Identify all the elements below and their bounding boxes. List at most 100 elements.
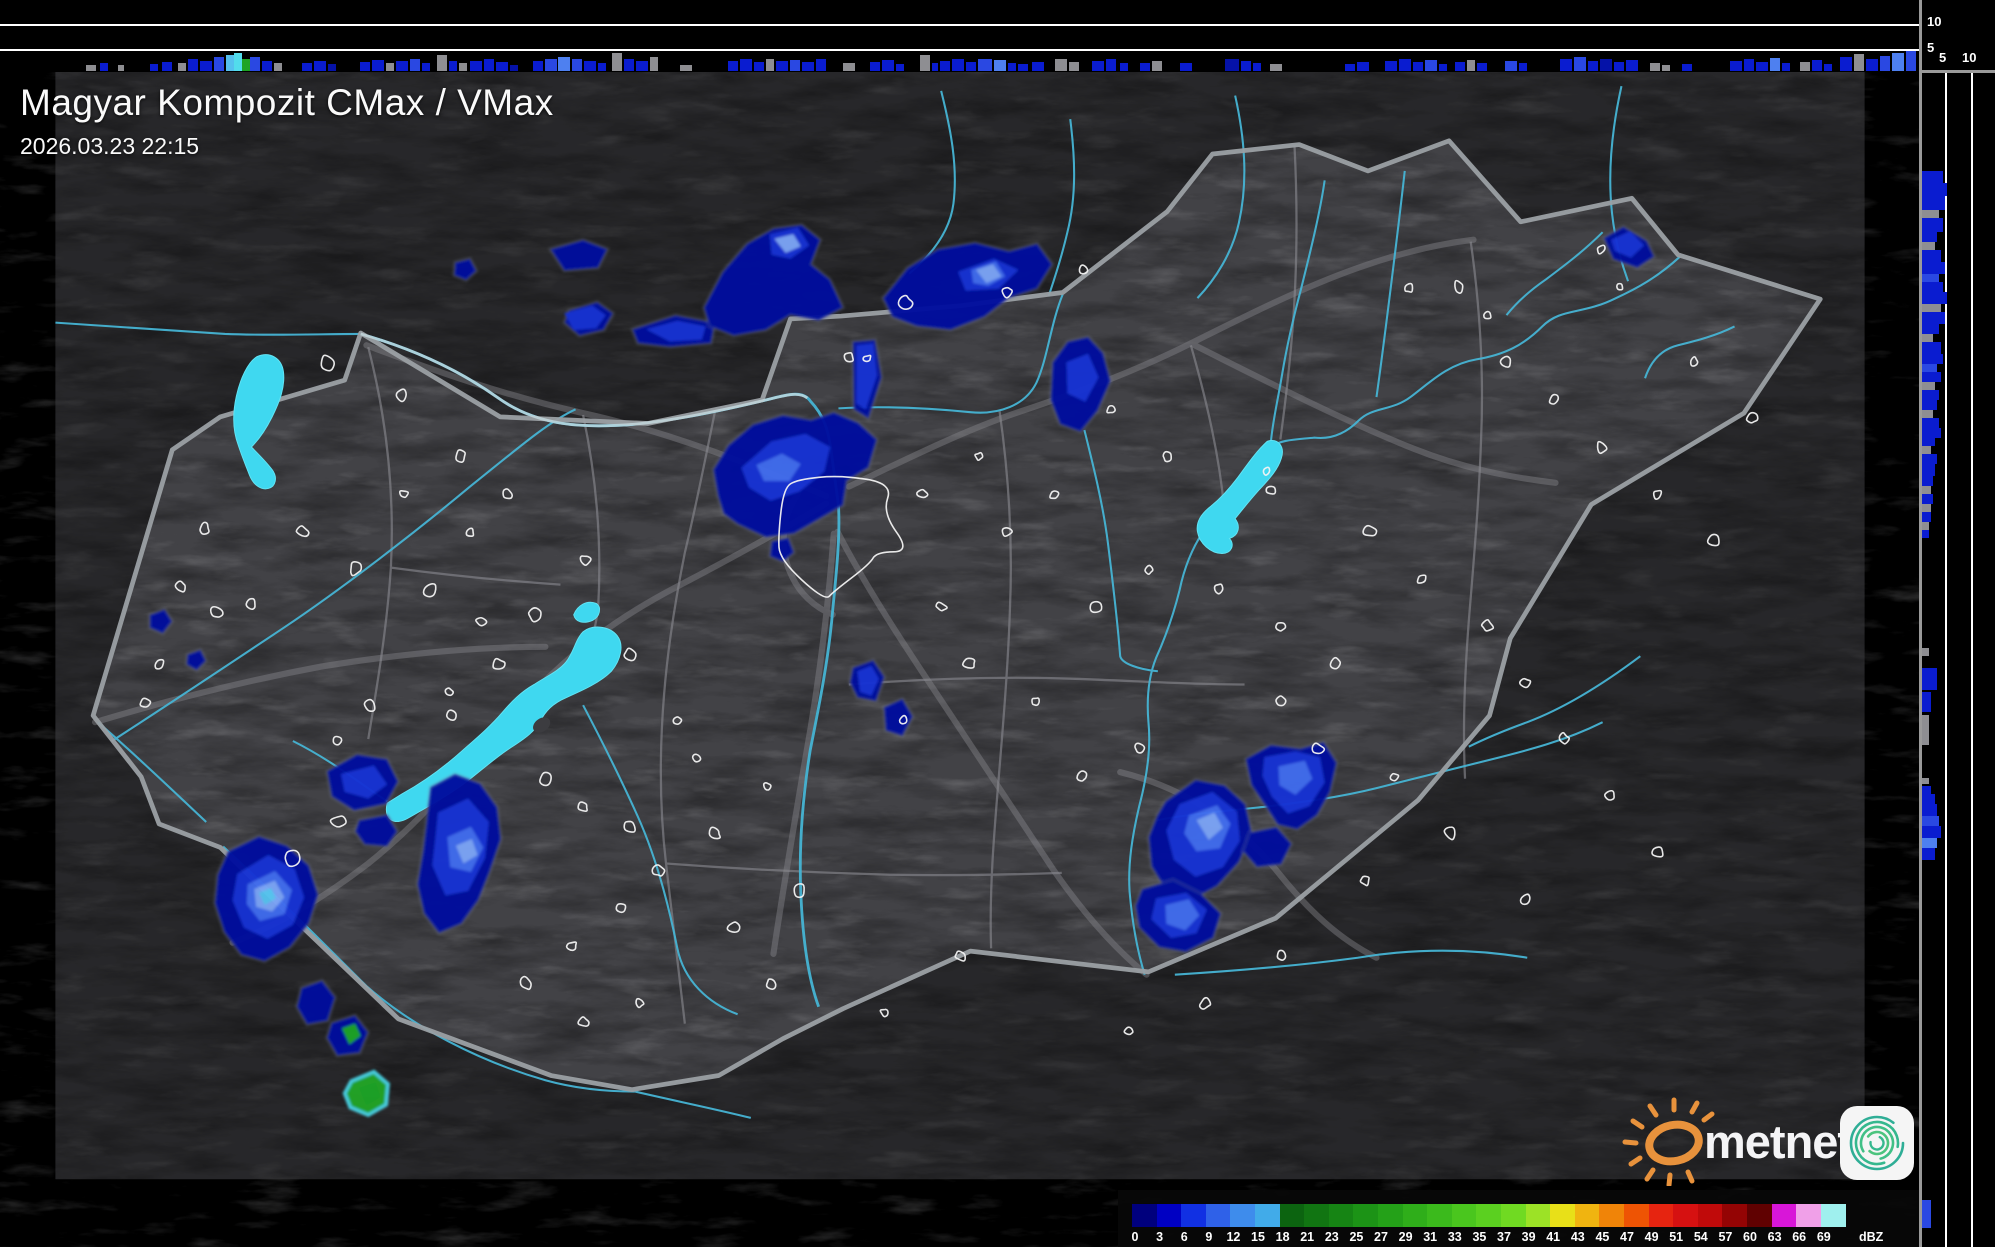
colorbar-tick-label: 39 — [1522, 1230, 1536, 1244]
top-strip-bar — [1840, 57, 1852, 71]
top-strip-bar — [802, 62, 814, 71]
colorbar-cell — [1157, 1204, 1182, 1227]
top-strip-bar — [636, 61, 648, 71]
colorbar-cell — [1722, 1204, 1747, 1227]
top-strip-bar — [459, 63, 467, 71]
top-strip-bar — [1682, 64, 1692, 71]
colorbar-cell — [1599, 1204, 1624, 1227]
top-strip-bar — [100, 63, 108, 71]
right-strip-bar — [1921, 232, 1937, 242]
colorbar-tick-label: 66 — [1792, 1230, 1806, 1244]
top-strip-bar — [1505, 61, 1517, 71]
dbz-colorbar: 0369121518212325272931333537394143454749… — [1118, 1190, 1919, 1247]
colorbar-cell — [1476, 1204, 1501, 1227]
top-strip-bar — [1425, 60, 1437, 71]
top-strip-bar — [1413, 62, 1423, 71]
top-strip-bar — [302, 63, 312, 71]
colorbar-cell — [1550, 1204, 1575, 1227]
top-strip-bar — [1770, 58, 1780, 71]
top-strip-bar — [328, 64, 336, 71]
top-strip-bar — [1455, 62, 1465, 71]
right-strip-bar — [1921, 530, 1929, 538]
top-strip-bar — [396, 61, 408, 71]
colorbar-tick-label: 12 — [1226, 1230, 1240, 1244]
right-strip-bar — [1921, 196, 1945, 210]
top-strip-bar — [262, 61, 272, 71]
top-strip-bar — [1744, 59, 1754, 71]
right-strip-bar — [1921, 274, 1939, 282]
top-strip-bar — [1854, 54, 1864, 71]
colorbar-cell — [1796, 1204, 1821, 1227]
metnet-app-icon — [1840, 1106, 1914, 1180]
top-strip-bar — [200, 61, 212, 71]
colorbar-cell — [1501, 1204, 1526, 1227]
right-strip-bar — [1921, 786, 1931, 794]
top-gridline-5 — [0, 49, 1919, 51]
top-strip-bar — [920, 55, 930, 71]
colorbar-tick-label: 27 — [1374, 1230, 1388, 1244]
top-strip-bar — [1782, 63, 1790, 71]
top-strip-bar — [1032, 62, 1044, 71]
right-strip-bar — [1921, 292, 1947, 304]
top-strip-bar — [1866, 59, 1878, 71]
top-strip-bar — [533, 61, 543, 71]
colorbar-cell — [1206, 1204, 1231, 1227]
top-strip-bar — [1055, 59, 1067, 71]
top-strip-bar — [496, 62, 508, 71]
top-strip-bar — [843, 63, 855, 71]
colorbar-cell — [1329, 1204, 1354, 1227]
top-strip-bar — [234, 53, 242, 71]
right-strip-bar — [1921, 324, 1939, 334]
top-strip-bar — [1824, 64, 1832, 71]
right-strip-bar — [1921, 504, 1931, 512]
colorbar-tick-label: 23 — [1325, 1230, 1339, 1244]
top-axis-label-5: 5 — [1927, 40, 1934, 55]
top-strip-bar — [1662, 65, 1670, 71]
right-strip-bar — [1921, 512, 1931, 522]
top-strip-bar — [118, 65, 124, 71]
right-strip-bar — [1921, 454, 1937, 464]
colorbar-tick-label: 21 — [1300, 1230, 1314, 1244]
top-strip-bar — [188, 59, 198, 71]
top-strip-bar — [740, 59, 752, 71]
top-strip-bar — [1399, 59, 1411, 71]
top-strip-bar — [978, 59, 992, 71]
top-strip-bar — [449, 61, 457, 71]
top-strip-bar — [1180, 63, 1192, 71]
top-strip-bar — [1253, 63, 1261, 71]
timestamp: 2026.03.23 22:15 — [20, 133, 554, 160]
right-strip-bar — [1921, 778, 1929, 784]
right-strip-bar — [1921, 418, 1939, 428]
top-strip-bar — [776, 61, 788, 71]
colorbar-tick-label: 25 — [1349, 1230, 1363, 1244]
radar-composite-screen: 10 5 5 10 Magyar Kompozit CMax / VMax 20… — [0, 0, 1995, 1247]
right-strip-bar — [1921, 171, 1943, 183]
right-strip-bar — [1921, 282, 1943, 292]
colorbar-tick-label: 54 — [1694, 1230, 1708, 1244]
colorbar-tick-label: 49 — [1645, 1230, 1659, 1244]
top-strip-bar — [1800, 62, 1810, 71]
radar-map — [0, 72, 1920, 1247]
metnet-logo: metnet — [1612, 1086, 1922, 1186]
top-strip-bar — [1812, 60, 1822, 71]
top-strip-bar — [1106, 59, 1116, 71]
top-strip-bar — [882, 60, 894, 71]
top-strip-bar — [952, 59, 964, 71]
top-strip-bar — [1892, 53, 1904, 71]
top-strip-bar — [1588, 61, 1598, 71]
right-strip-bar — [1921, 794, 1935, 804]
top-strip-bar — [150, 64, 158, 71]
top-strip-bar — [1008, 63, 1016, 71]
colorbar-tick-label: 0 — [1132, 1230, 1139, 1244]
right-strip-bar — [1921, 262, 1945, 274]
colorbar-tick-label: 18 — [1276, 1230, 1290, 1244]
right-strip-bar — [1921, 242, 1935, 250]
top-strip-bar — [1574, 57, 1586, 71]
top-strip-bar — [624, 59, 634, 71]
dbz-unit-label: dBZ — [1859, 1230, 1883, 1244]
top-strip-bar — [1730, 61, 1742, 71]
colorbar-tick-label: 15 — [1251, 1230, 1265, 1244]
colorbar-cell — [1280, 1204, 1305, 1227]
precip-blob — [1243, 827, 1292, 868]
top-strip-bar — [1120, 63, 1128, 71]
